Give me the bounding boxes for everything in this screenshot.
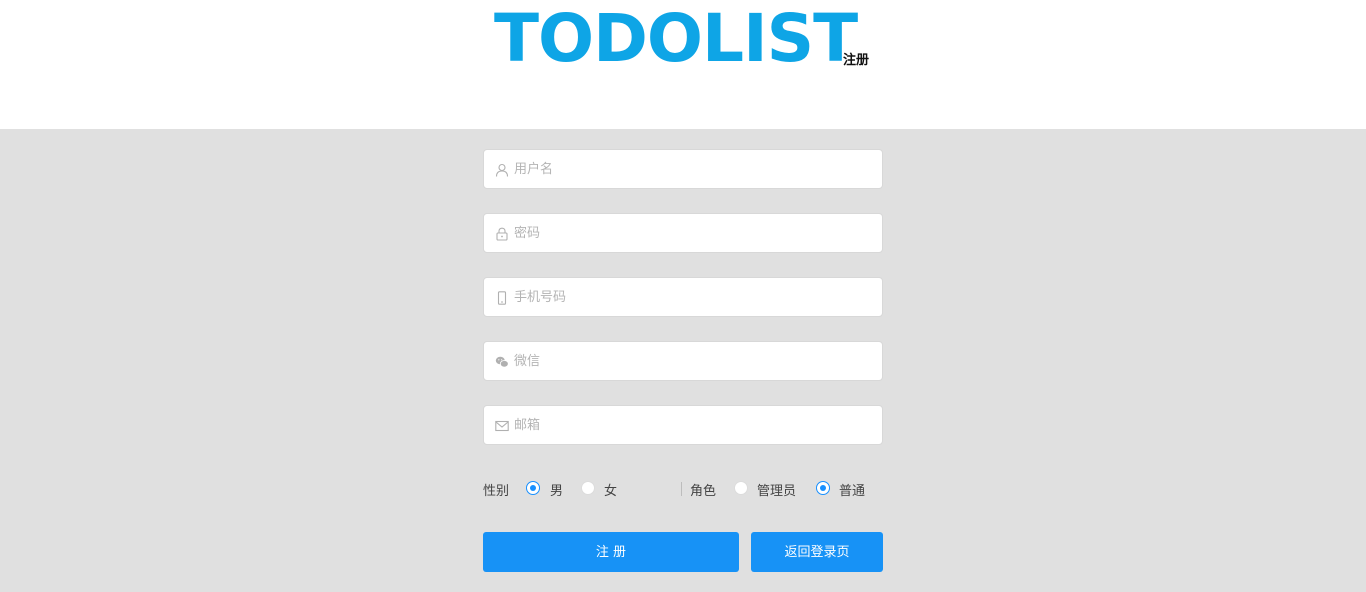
back-to-login-button[interactable]: 返回登录页 <box>751 532 883 572</box>
role-normal-label[interactable]: 普通 <box>839 480 865 499</box>
phone-input[interactable] <box>514 278 874 316</box>
gender-female-label[interactable]: 女 <box>604 480 617 499</box>
wechat-input[interactable] <box>514 342 874 380</box>
gender-male-label[interactable]: 男 <box>550 480 563 499</box>
phone-field[interactable] <box>483 277 883 317</box>
page-subtitle: 注册 <box>843 53 870 68</box>
mail-icon <box>495 418 509 432</box>
email-input[interactable] <box>514 406 874 444</box>
user-icon <box>495 162 509 177</box>
header: TODOLIST 注册 <box>0 0 1366 129</box>
role-admin-radio[interactable] <box>734 481 748 495</box>
register-form-area: 性别 男 女 角色 管理员 普通 注 册 返回登录页 <box>0 129 1366 592</box>
role-label: 角色 <box>690 484 717 499</box>
password-input[interactable] <box>514 214 874 252</box>
lock-icon <box>495 226 509 241</box>
username-input[interactable] <box>514 150 874 188</box>
email-field[interactable] <box>483 405 883 445</box>
username-field[interactable] <box>483 149 883 189</box>
logo-title: TODOLIST <box>494 0 858 77</box>
options-divider <box>681 482 682 496</box>
password-field[interactable] <box>483 213 883 253</box>
role-admin-label[interactable]: 管理员 <box>757 480 796 499</box>
wechat-field[interactable] <box>483 341 883 381</box>
options-row: 性别 男 女 角色 管理员 普通 <box>483 479 883 499</box>
phone-icon <box>495 290 509 305</box>
gender-male-radio[interactable] <box>526 481 540 495</box>
register-button[interactable]: 注 册 <box>483 532 739 572</box>
gender-female-radio[interactable] <box>581 481 595 495</box>
role-normal-radio[interactable] <box>816 481 830 495</box>
gender-label: 性别 <box>483 484 510 499</box>
wechat-icon <box>495 354 509 368</box>
